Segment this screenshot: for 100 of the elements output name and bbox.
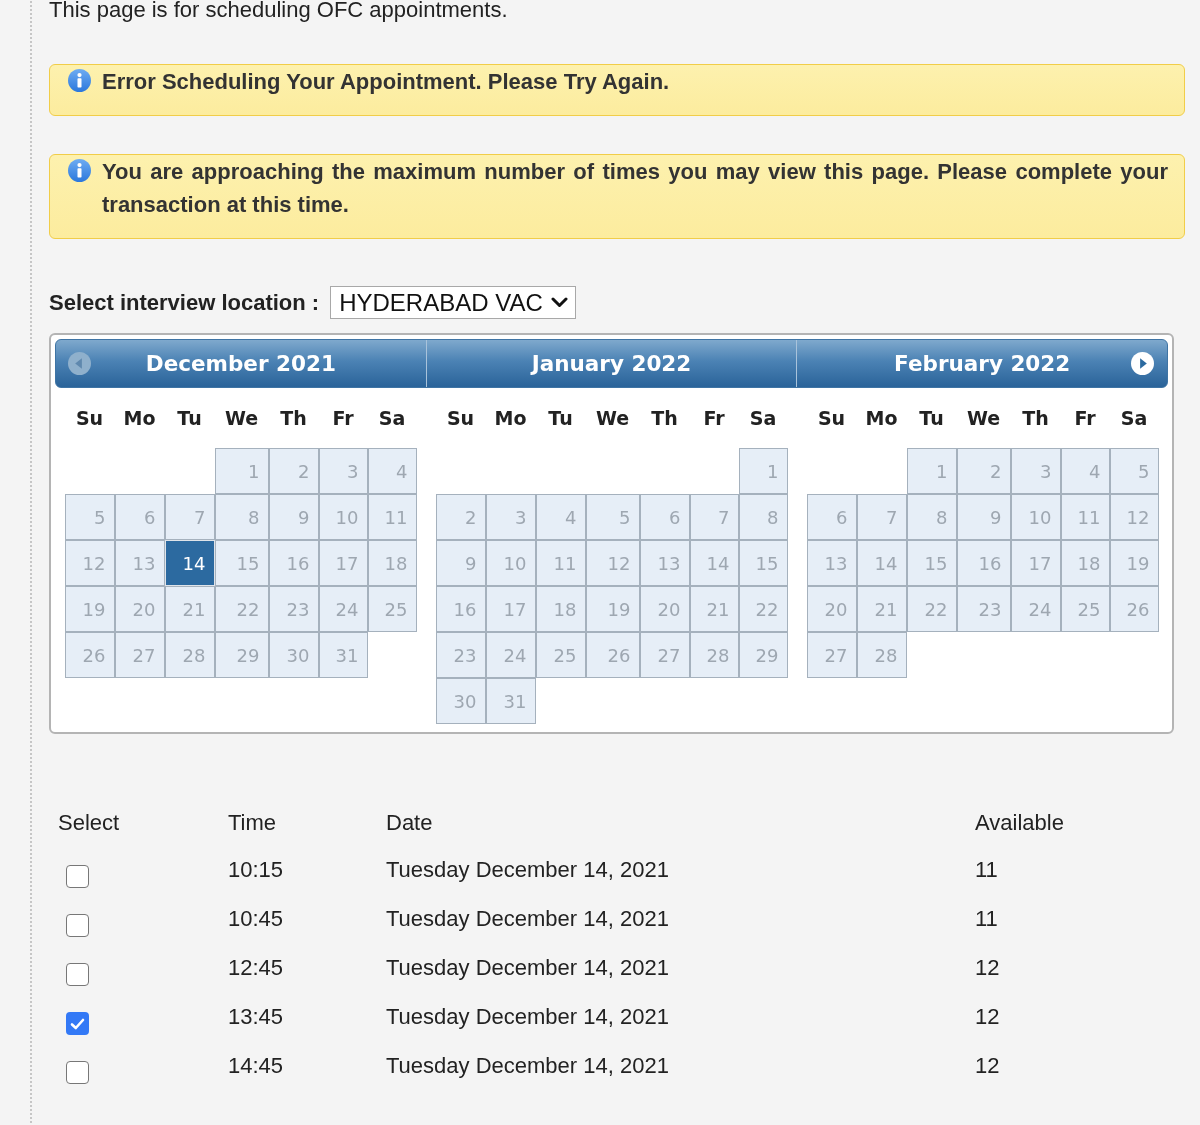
day-cell[interactable]: 8: [906, 494, 957, 540]
day-cell[interactable]: 5: [585, 494, 640, 540]
day-cell[interactable]: 16: [956, 540, 1011, 586]
day-cell[interactable]: 18: [367, 540, 417, 586]
day-cell[interactable]: 18: [535, 586, 586, 632]
day-cell[interactable]: 3: [1010, 448, 1061, 494]
day-cell[interactable]: 19: [64, 586, 115, 632]
day-cell[interactable]: 9: [268, 494, 319, 540]
day-cell[interactable]: 30: [435, 678, 486, 724]
day-cell[interactable]: 17: [318, 540, 368, 586]
day-cell[interactable]: 12: [64, 540, 115, 586]
day-cell[interactable]: 12: [1109, 494, 1159, 540]
day-cell[interactable]: 14: [689, 540, 739, 586]
day-cell[interactable]: 3: [485, 494, 536, 540]
day-cell[interactable]: 2: [956, 448, 1011, 494]
day-cell[interactable]: 29: [214, 632, 269, 678]
checkbox[interactable]: [66, 914, 89, 937]
day-cell[interactable]: 23: [268, 586, 319, 632]
day-cell[interactable]: 24: [1010, 586, 1061, 632]
day-cell[interactable]: 7: [856, 494, 907, 540]
location-select[interactable]: HYDERABAD VAC: [330, 286, 576, 319]
day-cell[interactable]: 3: [318, 448, 368, 494]
day-cell[interactable]: 15: [214, 540, 269, 586]
day-cell[interactable]: 6: [806, 494, 857, 540]
day-cell[interactable]: 22: [906, 586, 957, 632]
day-cell[interactable]: 28: [164, 632, 215, 678]
checkbox[interactable]: [66, 865, 89, 888]
day-cell[interactable]: 15: [738, 540, 788, 586]
day-cell[interactable]: 1: [738, 448, 788, 494]
day-cell[interactable]: 10: [318, 494, 368, 540]
day-cell[interactable]: 2: [435, 494, 486, 540]
checkbox[interactable]: [66, 1061, 89, 1084]
day-cell[interactable]: 30: [268, 632, 319, 678]
day-cell[interactable]: 4: [535, 494, 586, 540]
day-cell[interactable]: 24: [485, 632, 536, 678]
day-cell[interactable]: 13: [114, 540, 165, 586]
day-cell[interactable]: 26: [585, 632, 640, 678]
day-cell[interactable]: 5: [1109, 448, 1159, 494]
day-cell[interactable]: 27: [639, 632, 690, 678]
day-cell[interactable]: 11: [535, 540, 586, 586]
checkmark-icon: [70, 1017, 85, 1030]
day-cell[interactable]: 8: [214, 494, 269, 540]
day-cell[interactable]: 19: [1109, 540, 1159, 586]
day-cell[interactable]: 4: [367, 448, 417, 494]
day-cell[interactable]: 31: [485, 678, 536, 724]
day-cell[interactable]: 24: [318, 586, 368, 632]
day-cell[interactable]: 17: [1010, 540, 1061, 586]
day-cell[interactable]: 17: [485, 586, 536, 632]
day-cell[interactable]: 23: [956, 586, 1011, 632]
day-cell[interactable]: 26: [64, 632, 115, 678]
day-cell[interactable]: 27: [806, 632, 857, 678]
day-cell[interactable]: 10: [1010, 494, 1061, 540]
day-cell[interactable]: 22: [738, 586, 788, 632]
day-cell[interactable]: 25: [535, 632, 586, 678]
day-cell[interactable]: 12: [585, 540, 640, 586]
day-cell[interactable]: 22: [214, 586, 269, 632]
day-cell[interactable]: 20: [806, 586, 857, 632]
day-cell[interactable]: 15: [906, 540, 957, 586]
day-cell[interactable]: 6: [639, 494, 690, 540]
day-cell[interactable]: 20: [639, 586, 690, 632]
day-cell[interactable]: 11: [367, 494, 417, 540]
day-cell[interactable]: 21: [689, 586, 739, 632]
day-cell[interactable]: 26: [1109, 586, 1159, 632]
day-cell[interactable]: 16: [435, 586, 486, 632]
day-cell[interactable]: 19: [585, 586, 640, 632]
day-cell[interactable]: 23: [435, 632, 486, 678]
checkbox[interactable]: [66, 963, 89, 986]
day-cell[interactable]: 13: [639, 540, 690, 586]
day-cell[interactable]: 1: [906, 448, 957, 494]
day-cell[interactable]: 10: [485, 540, 536, 586]
day-cell[interactable]: 28: [689, 632, 739, 678]
day-cell[interactable]: 18: [1060, 540, 1110, 586]
day-cell[interactable]: 6: [114, 494, 165, 540]
day-cell[interactable]: 21: [164, 586, 215, 632]
day-cell[interactable]: 14: [164, 540, 215, 586]
day-cell[interactable]: 25: [1060, 586, 1110, 632]
weekday-label: Sa: [377, 406, 407, 430]
day-cell[interactable]: 2: [268, 448, 319, 494]
day-cell[interactable]: 8: [738, 494, 788, 540]
day-cell[interactable]: 21: [856, 586, 907, 632]
day-cell[interactable]: 11: [1060, 494, 1110, 540]
intro-text: This page is for scheduling OFC appointments.: [49, 0, 509, 22]
day-cell[interactable]: 14: [856, 540, 907, 586]
checkbox[interactable]: [66, 1012, 89, 1035]
day-cell[interactable]: 20: [114, 586, 165, 632]
day-cell[interactable]: 25: [367, 586, 417, 632]
day-cell[interactable]: 16: [268, 540, 319, 586]
day-cell[interactable]: 9: [435, 540, 486, 586]
day-cell[interactable]: 7: [689, 494, 739, 540]
weekday-label: Su: [816, 406, 847, 430]
day-cell[interactable]: 27: [114, 632, 165, 678]
day-cell[interactable]: 1: [214, 448, 269, 494]
day-cell[interactable]: 29: [738, 632, 788, 678]
day-cell[interactable]: 13: [806, 540, 857, 586]
day-cell[interactable]: 31: [318, 632, 368, 678]
day-cell[interactable]: 5: [64, 494, 115, 540]
day-cell[interactable]: 28: [856, 632, 907, 678]
day-cell[interactable]: 4: [1060, 448, 1110, 494]
day-cell[interactable]: 9: [956, 494, 1011, 540]
day-cell[interactable]: 7: [164, 494, 215, 540]
